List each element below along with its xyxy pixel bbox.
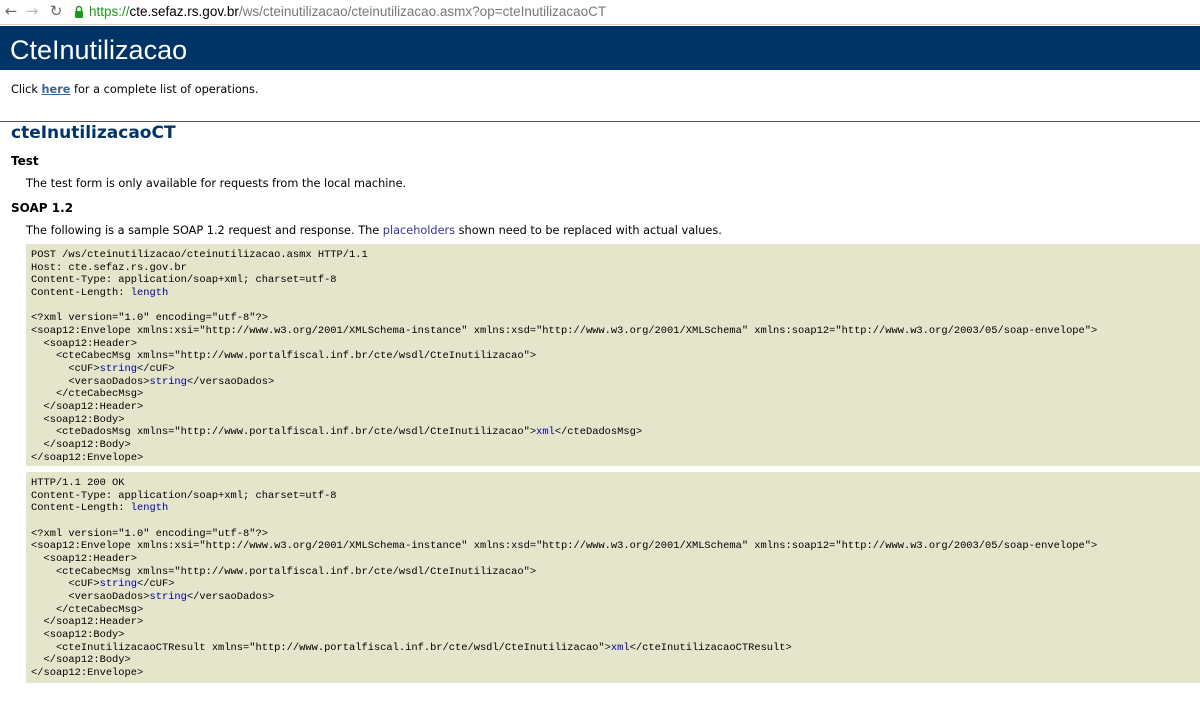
request-code-line: </soap12:Body> bbox=[31, 438, 131, 451]
request-code-line: </soap12:Header> bbox=[31, 400, 144, 413]
url-scheme: https:// bbox=[89, 4, 130, 19]
response-code-line: <cteCabecMsg xmlns="http://www.portalfis… bbox=[31, 565, 537, 578]
placeholder-value: string bbox=[149, 590, 187, 603]
soap-heading: SOAP 1.2 bbox=[11, 201, 74, 215]
request-code-line: <cteDadosMsg xmlns="http://www.portalfis… bbox=[31, 426, 643, 439]
response-code-line: <soap12:Envelope xmlns:xsi="http://www.w… bbox=[31, 540, 1098, 553]
placeholder-value: length bbox=[130, 286, 169, 299]
placeholder-value: xml bbox=[536, 426, 555, 439]
back-arrow-icon[interactable]: ← bbox=[2, 2, 20, 20]
response-code: HTTP/1.1 200 OK Content-Type: applicatio… bbox=[26, 472, 1200, 680]
response-code-line: <soap12:Header> bbox=[31, 552, 138, 565]
response-code-line: <?xml version="1.0" encoding="utf-8"?> bbox=[31, 527, 268, 540]
operations-list-link[interactable]: here bbox=[42, 83, 71, 96]
response-code-line: </soap12:Envelope> bbox=[31, 666, 144, 679]
url-host: cte.sefaz.rs.gov.br bbox=[129, 4, 239, 19]
request-code-line: Content-Length: length bbox=[31, 286, 169, 299]
placeholder-value: string bbox=[99, 362, 138, 375]
request-code-line: <cteCabecMsg xmlns="http://www.portalfis… bbox=[31, 350, 537, 363]
request-code-line: POST /ws/cteinutilizacao/cteinutilizacao… bbox=[31, 249, 368, 261]
soap-request-sample: POST /ws/cteinutilizacao/cteinutilizacao… bbox=[26, 244, 1200, 466]
placeholder-value: length bbox=[130, 502, 169, 515]
response-code-line: <cUF>string</cUF> bbox=[31, 578, 175, 591]
placeholder-value: xml bbox=[610, 641, 630, 654]
soap-text-after: shown need to be replaced with actual va… bbox=[455, 224, 722, 237]
response-code-line: <soap12:Body> bbox=[31, 628, 125, 641]
reload-icon[interactable]: ↻ bbox=[47, 2, 65, 20]
browser-toolbar: ← → ↻ https://cte.sefaz.rs.gov.br/ws/cte… bbox=[0, 0, 1200, 25]
soap-text-before: The following is a sample SOAP 1.2 reque… bbox=[26, 224, 383, 237]
placeholder-value: string bbox=[149, 375, 187, 388]
request-code-line: Content-Type: application/soap+xml; char… bbox=[31, 274, 337, 287]
test-description: The test form is only available for requ… bbox=[26, 177, 407, 190]
url-path: /ws/cteinutilizacao/cteinutilizacao.asmx… bbox=[238, 4, 607, 19]
response-code-line: Content-Length: length bbox=[31, 502, 169, 515]
operations-intro: Click here for a complete list of operat… bbox=[11, 82, 258, 98]
request-code-line: <soap12:Body> bbox=[31, 413, 125, 426]
request-code-line: <versaoDados>string</versaoDados> bbox=[31, 375, 275, 388]
intro-text-after: for a complete list of operations. bbox=[70, 83, 259, 96]
response-code-line: <versaoDados>string</versaoDados> bbox=[31, 590, 275, 603]
horizontal-divider bbox=[0, 121, 1200, 122]
intro-text-before: Click bbox=[11, 83, 42, 96]
request-code-line: <cUF>string</cUF> bbox=[31, 362, 175, 375]
response-code-line: </soap12:Header> bbox=[31, 616, 144, 629]
response-code-line: Content-Type: application/soap+xml; char… bbox=[31, 489, 337, 502]
response-code-line: <cteInutilizacaoCTResult xmlns="http://w… bbox=[31, 641, 792, 654]
placeholder-value: string bbox=[99, 578, 138, 591]
forward-arrow-icon[interactable]: → bbox=[23, 2, 41, 20]
operation-title: cteInutilizacaoCT bbox=[11, 123, 176, 143]
placeholders-term: placeholders bbox=[382, 224, 456, 237]
request-code: POST /ws/cteinutilizacao/cteinutilizacao… bbox=[26, 244, 1200, 464]
request-code-line: <soap12:Envelope xmlns:xsi="http://www.w… bbox=[31, 324, 1098, 337]
response-code-line: </soap12:Body> bbox=[31, 654, 131, 667]
request-code-line: <soap12:Header> bbox=[31, 337, 138, 350]
service-title: CteInutilizacao bbox=[10, 35, 188, 65]
lock-icon bbox=[75, 5, 83, 18]
test-heading: Test bbox=[11, 154, 39, 168]
soap-description: The following is a sample SOAP 1.2 reque… bbox=[26, 223, 722, 239]
response-code-line: </cteCabecMsg> bbox=[31, 603, 144, 616]
page-banner: CteInutilizacao bbox=[0, 26, 1200, 70]
response-code-line: HTTP/1.1 200 OK bbox=[31, 477, 125, 489]
request-code-line: <?xml version="1.0" encoding="utf-8"?> bbox=[31, 312, 268, 325]
request-code-line: Host: cte.sefaz.rs.gov.br bbox=[31, 261, 187, 274]
request-code-line: </cteCabecMsg> bbox=[31, 388, 144, 401]
address-bar[interactable]: https://cte.sefaz.rs.gov.br/ws/cteinutil… bbox=[89, 4, 606, 20]
request-code-line: </soap12:Envelope> bbox=[31, 451, 144, 464]
soap-response-sample: HTTP/1.1 200 OK Content-Type: applicatio… bbox=[26, 472, 1200, 683]
